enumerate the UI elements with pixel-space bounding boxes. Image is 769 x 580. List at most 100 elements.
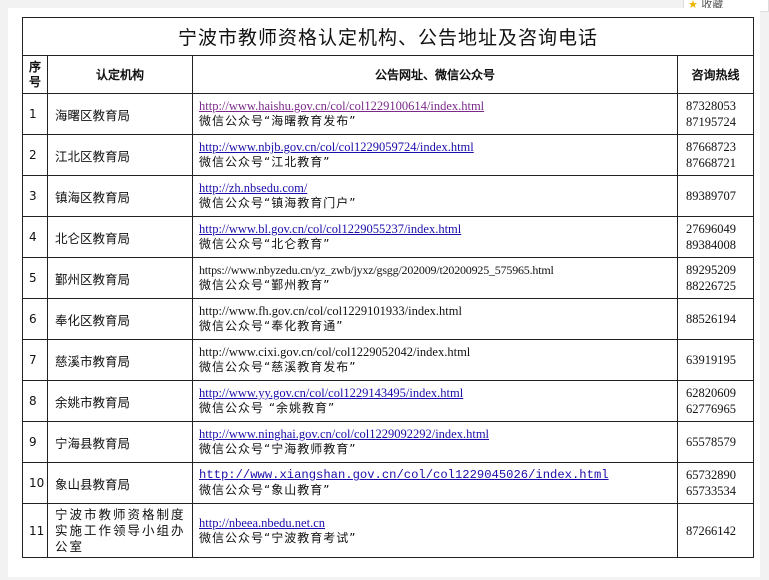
row-tel: 27696049 89384008 bbox=[676, 216, 755, 258]
row-addr: http://www.xiangshan.gov.cn/col/col12290… bbox=[192, 462, 678, 504]
row-org: 奉化区教育局 bbox=[47, 298, 193, 340]
row-addr: http://www.bl.gov.cn/col/col1229055237/i… bbox=[192, 216, 678, 258]
wechat-account: 微信公众号 “余姚教育” bbox=[199, 401, 336, 415]
row-org: 宁海县教育局 bbox=[47, 421, 193, 463]
phone-number: 88526194 bbox=[686, 312, 736, 326]
header-org: 认定机构 bbox=[47, 55, 193, 94]
row-seq: 7 bbox=[22, 339, 48, 381]
row-addr: http://www.yy.gov.cn/col/col1229143495/i… bbox=[192, 380, 678, 422]
phone-number: 87266142 bbox=[686, 523, 736, 538]
row-addr: https://www.nbyzedu.cn/yz_zwb/jyxz/gsgg/… bbox=[192, 257, 678, 299]
row-addr: http://zh.nbsedu.com/ 微信公众号“镇海教育门户” bbox=[192, 175, 678, 217]
announcement-link[interactable]: http://zh.nbsedu.com/ bbox=[199, 181, 677, 196]
announcement-url-text: http://www.fh.gov.cn/col/col1229101933/i… bbox=[199, 304, 462, 318]
row-tel: 87668723 87668721 bbox=[676, 134, 755, 176]
wechat-account: 微信公众号“鄞州教育” bbox=[199, 278, 331, 292]
document-page: 宁波市教师资格认定机构、公告地址及咨询电话 序 号 认定机构 公告网址、微信公众… bbox=[8, 8, 760, 577]
row-org: 象山县教育局 bbox=[47, 462, 193, 504]
header-addr: 公告网址、微信公众号 bbox=[192, 55, 678, 94]
row-org: 慈溪市教育局 bbox=[47, 339, 193, 381]
row-seq: 2 bbox=[22, 134, 48, 176]
row-seq: 9 bbox=[22, 421, 48, 463]
header-seq-line1: 序 bbox=[28, 59, 41, 74]
row-org: 镇海区教育局 bbox=[47, 175, 193, 217]
phone-number: 89295209 bbox=[686, 263, 736, 277]
table-row: 8 余姚市教育局 http://www.yy.gov.cn/col/col122… bbox=[22, 380, 755, 422]
row-seq: 10 bbox=[22, 462, 48, 504]
wechat-account: 微信公众号“奉化教育通” bbox=[199, 319, 344, 333]
announcement-link[interactable]: http://www.haishu.gov.cn/col/col12291006… bbox=[199, 99, 677, 114]
announcement-url-text: http://www.cixi.gov.cn/col/col1229052042… bbox=[199, 345, 471, 359]
wechat-account: 微信公众号“北仑教育” bbox=[199, 237, 331, 251]
header-seq-line2: 号 bbox=[28, 74, 41, 89]
row-seq: 8 bbox=[22, 380, 48, 422]
wechat-account: 微信公众号“宁海教师教育” bbox=[199, 442, 357, 456]
table-row: 6 奉化区教育局 http://www.fh.gov.cn/col/col122… bbox=[22, 298, 755, 340]
wechat-account: 微信公众号“宁波教育考试” bbox=[199, 530, 357, 545]
wechat-account: 微信公众号“江北教育” bbox=[199, 155, 331, 169]
phone-number: 63919195 bbox=[686, 353, 736, 367]
table-row: 5 鄞州区教育局 https://www.nbyzedu.cn/yz_zwb/j… bbox=[22, 257, 755, 299]
header-seq: 序 号 bbox=[22, 55, 48, 94]
phone-number: 27696049 bbox=[686, 222, 736, 236]
header-tel: 咨询热线 bbox=[676, 55, 755, 94]
table-title: 宁波市教师资格认定机构、公告地址及咨询电话 bbox=[21, 17, 755, 56]
phone-number: 62776965 bbox=[686, 402, 736, 416]
phone-number: 89384008 bbox=[686, 238, 736, 252]
row-tel: 65732890 65733534 bbox=[676, 462, 755, 504]
row-org: 余姚市教育局 bbox=[47, 380, 193, 422]
phone-number: 87195724 bbox=[686, 115, 736, 129]
announcement-link[interactable]: http://www.yy.gov.cn/col/col1229143495/i… bbox=[199, 386, 677, 401]
table-row: 3 镇海区教育局 http://zh.nbsedu.com/ 微信公众号“镇海教… bbox=[22, 175, 755, 217]
row-org: 鄞州区教育局 bbox=[47, 257, 193, 299]
row-addr: http://www.cixi.gov.cn/col/col1229052042… bbox=[192, 339, 678, 381]
phone-number: 89389707 bbox=[686, 189, 736, 203]
row-org: 海曙区教育局 bbox=[47, 93, 193, 135]
row-seq: 4 bbox=[22, 216, 48, 258]
row-seq: 5 bbox=[22, 257, 48, 299]
row-tel: 88526194 bbox=[676, 298, 755, 340]
row-tel: 65578579 bbox=[676, 421, 755, 463]
row-seq: 3 bbox=[22, 175, 48, 217]
table-row: 9 宁海县教育局 http://www.ninghai.gov.cn/col/c… bbox=[22, 421, 755, 463]
row-addr: http://www.haishu.gov.cn/col/col12291006… bbox=[192, 93, 678, 135]
row-org: 江北区教育局 bbox=[47, 134, 193, 176]
row-addr: http://www.nbjb.gov.cn/col/col1229059724… bbox=[192, 134, 678, 176]
announcement-link[interactable]: http://www.bl.gov.cn/col/col1229055237/i… bbox=[199, 222, 677, 237]
row-tel: 89295209 88226725 bbox=[676, 257, 755, 299]
wechat-account: 微信公众号“象山教育” bbox=[199, 483, 331, 497]
announcement-url-text: https://www.nbyzedu.cn/yz_zwb/jyxz/gsgg/… bbox=[199, 263, 554, 277]
row-addr: http://www.fh.gov.cn/col/col1229101933/i… bbox=[192, 298, 678, 340]
phone-number: 65733534 bbox=[686, 484, 736, 498]
row-tel: 89389707 bbox=[676, 175, 755, 217]
row-tel: 62820609 62776965 bbox=[676, 380, 755, 422]
row-seq: 1 bbox=[22, 93, 48, 135]
wechat-account: 微信公众号“镇海教育门户” bbox=[199, 196, 357, 210]
phone-number: 87668721 bbox=[686, 156, 736, 170]
phone-number: 62820609 bbox=[686, 386, 736, 400]
phone-number: 65732890 bbox=[686, 468, 736, 482]
row-addr: http://www.ninghai.gov.cn/col/col1229092… bbox=[192, 421, 678, 463]
row-tel: 87266142 bbox=[676, 503, 755, 558]
phone-number: 87668723 bbox=[686, 140, 736, 154]
table-row: 7 慈溪市教育局 http://www.cixi.gov.cn/col/col1… bbox=[22, 339, 755, 381]
agency-table: 宁波市教师资格认定机构、公告地址及咨询电话 序 号 认定机构 公告网址、微信公众… bbox=[21, 17, 755, 558]
announcement-link[interactable]: http://www.nbjb.gov.cn/col/col1229059724… bbox=[199, 140, 677, 155]
row-org: 宁波市教师资格制度实施工作领导小组办公室 bbox=[47, 503, 193, 558]
announcement-link[interactable]: http://nbeea.nbedu.net.cn bbox=[199, 516, 677, 531]
table-row: 10 象山县教育局 http://www.xiangshan.gov.cn/co… bbox=[22, 462, 755, 504]
row-tel: 63919195 bbox=[676, 339, 755, 381]
phone-number: 87328053 bbox=[686, 99, 736, 113]
table-row: 1 海曙区教育局 http://www.haishu.gov.cn/col/co… bbox=[22, 93, 755, 135]
wechat-account: 微信公众号“海曙教育发布” bbox=[199, 114, 357, 128]
announcement-link[interactable]: http://www.ninghai.gov.cn/col/col1229092… bbox=[199, 427, 677, 442]
table-row: 2 江北区教育局 http://www.nbjb.gov.cn/col/col1… bbox=[22, 134, 755, 176]
wechat-account: 微信公众号“慈溪教育发布” bbox=[199, 360, 357, 374]
phone-number: 88226725 bbox=[686, 279, 736, 293]
phone-number: 65578579 bbox=[686, 435, 736, 449]
row-seq: 6 bbox=[22, 298, 48, 340]
row-tel: 87328053 87195724 bbox=[676, 93, 755, 135]
announcement-link[interactable]: http://www.xiangshan.gov.cn/col/col12290… bbox=[199, 468, 677, 483]
table-row: 11 宁波市教师资格制度实施工作领导小组办公室 http://nbeea.nbe… bbox=[22, 503, 755, 558]
row-org: 北仑区教育局 bbox=[47, 216, 193, 258]
